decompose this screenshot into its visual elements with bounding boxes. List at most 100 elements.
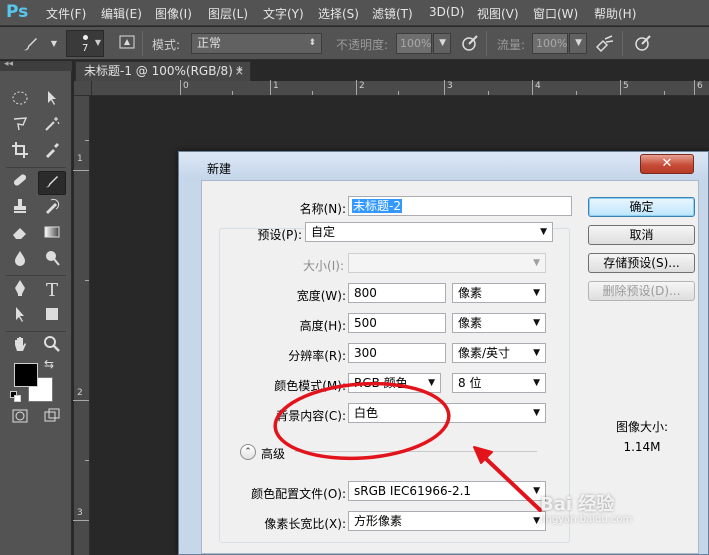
- opacity-label: 不透明度:: [336, 38, 389, 52]
- chevron-down-icon: ▼: [428, 378, 435, 388]
- menu-window[interactable]: 窗口(W): [533, 5, 578, 22]
- pressure-opacity-icon[interactable]: [459, 33, 481, 55]
- preset-label: 预设(P):: [257, 228, 302, 242]
- options-separator: [486, 31, 487, 56]
- image-size-label: 图像大小:: [615, 420, 669, 434]
- brush-panel-icon[interactable]: [116, 33, 138, 55]
- chevron-down-icon: ▼: [533, 258, 540, 268]
- swap-colors-icon[interactable]: ⇆: [44, 357, 54, 371]
- ok-button[interactable]: 确定: [588, 197, 695, 217]
- height-unit-select[interactable]: 像素 ▼: [452, 313, 546, 333]
- opacity-input[interactable]: 100%: [396, 33, 432, 54]
- menu-help[interactable]: 帮助(H): [594, 5, 636, 22]
- menu-edit[interactable]: 编辑(E): [101, 5, 142, 22]
- screen-mode-icon[interactable]: [38, 407, 66, 431]
- menu-select[interactable]: 选择(S): [318, 5, 359, 22]
- watermark-text: Bai 经验: [540, 494, 615, 515]
- dialog-close-button[interactable]: ✕: [640, 154, 694, 174]
- ruler-number: 0: [183, 81, 189, 91]
- bit-depth-select[interactable]: 8 位 ▼: [452, 373, 546, 393]
- ruler-number: 3: [77, 508, 83, 518]
- marquee-tool-icon[interactable]: [6, 89, 34, 113]
- resolution-unit-select[interactable]: 像素/英寸 ▼: [452, 343, 546, 363]
- history-brush-tool-icon[interactable]: [38, 197, 66, 221]
- menu-layer[interactable]: 图层(L): [208, 5, 248, 22]
- tools-panel-header[interactable]: ◂◂: [0, 59, 72, 71]
- menu-view[interactable]: 视图(V): [477, 5, 519, 22]
- flow-dropdown[interactable]: ▼: [569, 33, 587, 54]
- brush-tool-icon[interactable]: [38, 171, 66, 195]
- default-colors-icon[interactable]: [10, 391, 22, 403]
- chevron-down-icon: ▼: [533, 516, 540, 526]
- pressure-size-icon[interactable]: [632, 33, 654, 55]
- advanced-label[interactable]: 高级: [261, 445, 285, 462]
- text-tool-icon[interactable]: T: [38, 279, 66, 303]
- eraser-tool-icon[interactable]: [6, 223, 34, 247]
- vertical-ruler[interactable]: 1 2 3: [73, 96, 90, 555]
- chevron-down-icon: ▼: [94, 38, 101, 47]
- ruler-number: 2: [77, 388, 83, 398]
- height-input[interactable]: 500: [348, 313, 446, 333]
- document-tab[interactable]: 未标题-1 @ 100%(RGB/8) * ×: [75, 61, 251, 81]
- background-contents-select[interactable]: 白色 ▼: [348, 403, 546, 423]
- menu-type[interactable]: 文字(Y): [263, 5, 304, 22]
- blur-tool-icon[interactable]: [6, 249, 34, 273]
- move-tool-icon[interactable]: [38, 89, 66, 113]
- cancel-button[interactable]: 取消: [588, 225, 695, 245]
- brush-size-picker[interactable]: 7 ▼: [66, 30, 104, 57]
- brush-tool-preset-icon[interactable]: [20, 33, 42, 55]
- name-value: 未标题-2: [352, 199, 402, 213]
- mode-select[interactable]: 正常 ⬍: [191, 33, 322, 54]
- tools-panel: ◂◂ T ⇆: [0, 59, 72, 555]
- color-mode-select[interactable]: RGB 颜色 ▼: [348, 373, 441, 393]
- menu-filter[interactable]: 滤镜(T): [372, 5, 413, 22]
- hand-tool-icon[interactable]: [6, 335, 34, 359]
- lasso-tool-icon[interactable]: [6, 115, 34, 139]
- tools-separator: [6, 167, 66, 168]
- baidu-watermark: Bai 经验 jingyan.baidu.com: [540, 490, 644, 525]
- menu-file[interactable]: 文件(F): [46, 5, 86, 22]
- pen-tool-icon[interactable]: [6, 279, 34, 303]
- brush-tip-icon: [83, 35, 88, 40]
- airbrush-icon[interactable]: [594, 33, 616, 55]
- name-input[interactable]: 未标题-2: [348, 196, 572, 216]
- magic-wand-tool-icon[interactable]: [38, 115, 66, 139]
- ruler-origin[interactable]: [74, 81, 92, 96]
- horizontal-ruler[interactable]: 0 1 2 3 4 5 6: [92, 80, 709, 96]
- height-unit-value: 像素: [458, 316, 483, 330]
- gradient-tool-icon[interactable]: [38, 223, 66, 247]
- foreground-color-swatch[interactable]: [14, 363, 38, 387]
- resolution-input[interactable]: 300: [348, 343, 446, 363]
- dialog-titlebar[interactable]: 新建 ✕: [179, 152, 708, 180]
- width-label: 宽度(W):: [296, 289, 346, 303]
- rectangle-tool-icon[interactable]: [38, 305, 66, 329]
- mode-value: 正常: [197, 36, 222, 50]
- ruler-number: 5: [623, 81, 629, 91]
- menu-image[interactable]: 图像(I): [155, 5, 192, 22]
- collapse-arrows-icon[interactable]: ◂◂: [4, 59, 13, 69]
- zoom-tool-icon[interactable]: [38, 335, 66, 359]
- flow-input[interactable]: 100%: [532, 33, 568, 54]
- color-profile-label: 颜色配置文件(O):: [251, 487, 346, 501]
- save-preset-button[interactable]: 存储预设(S)...: [588, 253, 695, 273]
- background-contents-label: 背景内容(C):: [276, 409, 346, 423]
- preset-dropdown-icon[interactable]: ▼: [43, 33, 65, 55]
- crop-tool-icon[interactable]: [6, 141, 34, 165]
- preset-select[interactable]: 自定 ▼: [305, 222, 553, 242]
- advanced-toggle-icon[interactable]: ⌃: [240, 444, 256, 460]
- quick-mask-icon[interactable]: [6, 407, 34, 431]
- clone-stamp-tool-icon[interactable]: [6, 197, 34, 221]
- color-mode-value: RGB 颜色: [354, 376, 408, 390]
- close-icon[interactable]: ×: [235, 62, 244, 81]
- color-profile-select[interactable]: sRGB IEC61966-2.1 ▼: [348, 481, 546, 501]
- width-unit-select[interactable]: 像素 ▼: [452, 283, 546, 303]
- path-selection-tool-icon[interactable]: [6, 305, 34, 329]
- dodge-tool-icon[interactable]: [38, 249, 66, 273]
- opacity-dropdown[interactable]: ▼: [433, 33, 451, 54]
- eyedropper-tool-icon[interactable]: [38, 141, 66, 165]
- width-input[interactable]: 800: [348, 283, 446, 303]
- pixel-aspect-select[interactable]: 方形像素 ▼: [348, 511, 546, 531]
- menu-3d[interactable]: 3D(D): [429, 5, 464, 19]
- ruler-number: 2: [359, 81, 365, 91]
- healing-brush-tool-icon[interactable]: [6, 171, 34, 195]
